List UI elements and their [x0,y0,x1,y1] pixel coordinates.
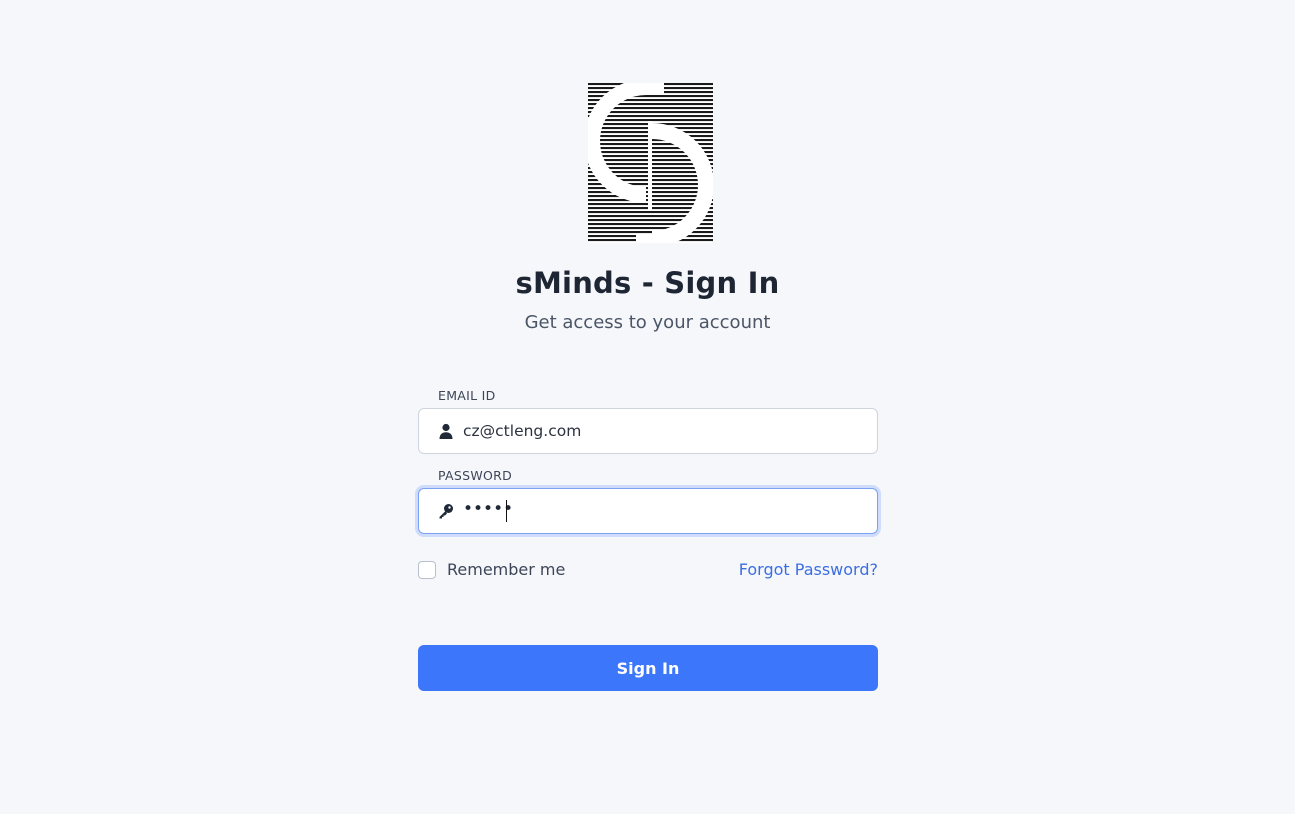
user-icon [439,423,453,439]
sign-in-button[interactable]: Sign In [418,645,878,691]
password-label: PASSWORD [438,468,513,483]
text-caret [506,500,507,522]
remember-me[interactable]: Remember me [418,560,565,579]
remember-checkbox[interactable] [418,560,436,579]
page-title: sMinds - Sign In [515,266,780,300]
key-icon [439,504,453,519]
remember-label[interactable]: Remember me [447,560,565,579]
email-label: EMAIL ID [438,388,496,403]
email-input[interactable] [463,409,863,453]
sminds-logo [588,83,713,243]
page-subtitle: Get access to your account [524,312,771,333]
login-page: sMinds - Sign In Get access to your acco… [0,0,1295,814]
password-field[interactable]: ••••• [418,488,878,534]
forgot-password-link[interactable]: Forgot Password? [739,560,878,579]
email-field[interactable] [418,408,878,454]
